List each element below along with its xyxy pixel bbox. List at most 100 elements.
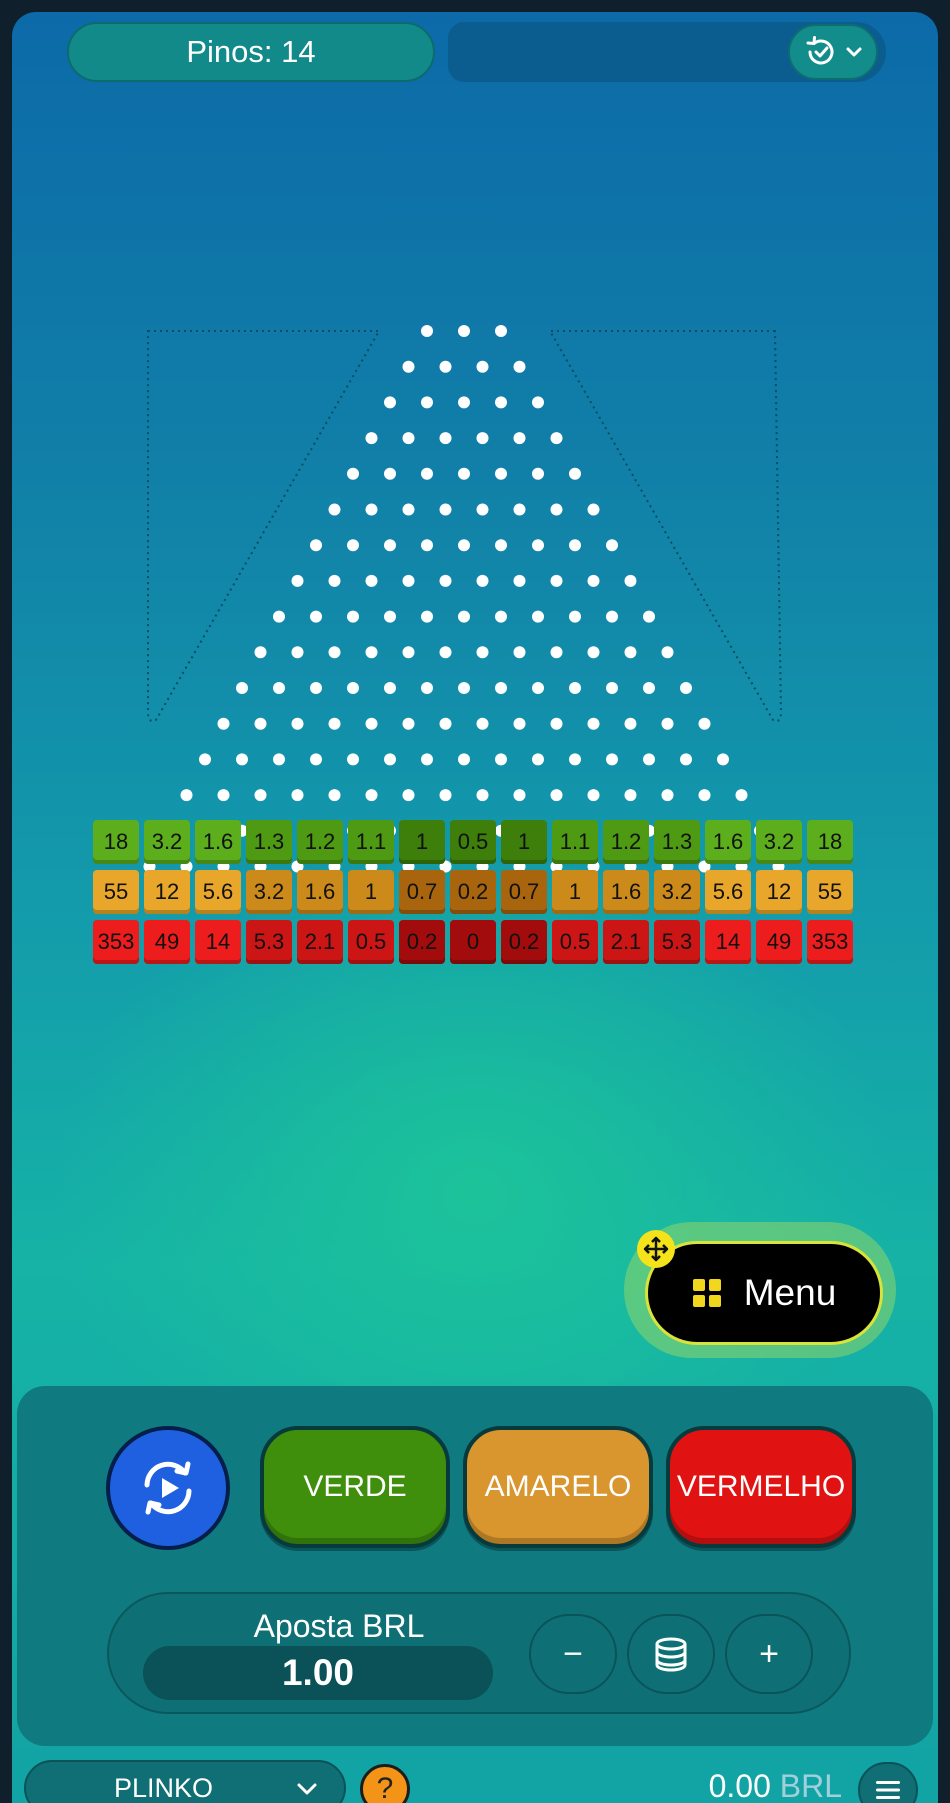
yellow-drop-button[interactable]: AMARELO bbox=[463, 1426, 653, 1548]
pin bbox=[458, 753, 470, 766]
pin bbox=[606, 539, 618, 552]
pin bbox=[495, 753, 507, 766]
green-multiplier-slot: 0.5 bbox=[450, 820, 496, 864]
green-multiplier-slot: 18 bbox=[93, 820, 139, 864]
yellow-multiplier-slot: 5.6 bbox=[705, 870, 751, 914]
pin bbox=[365, 574, 378, 587]
pin bbox=[624, 717, 637, 730]
pin bbox=[421, 682, 433, 694]
pin bbox=[458, 610, 470, 623]
control-panel: VERDE AMARELO VERMELHO Aposta BRL 1.00 − bbox=[17, 1386, 933, 1746]
pin bbox=[458, 467, 470, 480]
bet-coins-button[interactable] bbox=[627, 1614, 715, 1694]
pin bbox=[513, 432, 526, 445]
pin bbox=[254, 717, 267, 730]
pin bbox=[513, 360, 526, 373]
yellow-multiplier-slot: 3.2 bbox=[246, 870, 292, 914]
pin bbox=[217, 789, 230, 802]
pin bbox=[698, 789, 711, 802]
increase-bet-button[interactable]: + bbox=[725, 1614, 813, 1694]
red-multiplier-slot: 5.3 bbox=[654, 920, 700, 964]
plinko-board bbox=[143, 325, 785, 873]
red-multiplier-slot: 353 bbox=[93, 920, 139, 964]
pin bbox=[365, 503, 378, 516]
pin bbox=[495, 467, 507, 480]
pin bbox=[439, 574, 452, 587]
pin bbox=[421, 753, 433, 766]
game-selector[interactable]: PLINKO bbox=[24, 1760, 346, 1803]
pin bbox=[643, 753, 655, 766]
green-multiplier-slot: 1 bbox=[399, 820, 445, 864]
yellow-multiplier-slot: 3.2 bbox=[654, 870, 700, 914]
pin bbox=[458, 539, 470, 552]
move-icon bbox=[643, 1236, 669, 1262]
decrease-bet-button[interactable]: − bbox=[529, 1614, 617, 1694]
pin bbox=[217, 717, 230, 730]
pin bbox=[347, 610, 359, 623]
pin bbox=[402, 360, 415, 373]
pin bbox=[328, 574, 341, 587]
pin bbox=[550, 503, 563, 516]
yellow-multiplier-slot: 12 bbox=[756, 870, 802, 914]
pin bbox=[365, 646, 378, 659]
pin bbox=[735, 789, 748, 802]
bet-amount-input[interactable]: 1.00 bbox=[143, 1646, 493, 1700]
green-multiplier-slot: 1.1 bbox=[348, 820, 394, 864]
right-wall bbox=[548, 330, 783, 722]
pin bbox=[439, 432, 452, 445]
green-multiplier-slot: 1.3 bbox=[246, 820, 292, 864]
pin bbox=[402, 646, 415, 659]
red-multiplier-slot: 0 bbox=[450, 920, 496, 964]
autoplay-button[interactable] bbox=[106, 1426, 230, 1550]
pin bbox=[532, 539, 544, 552]
green-multiplier-slot: 1.3 bbox=[654, 820, 700, 864]
pin bbox=[439, 360, 452, 373]
pin bbox=[513, 646, 526, 659]
pin bbox=[458, 325, 470, 337]
pin bbox=[421, 539, 433, 552]
pin bbox=[606, 753, 618, 766]
pin bbox=[291, 717, 304, 730]
pin bbox=[587, 789, 600, 802]
help-button[interactable]: ? bbox=[360, 1764, 410, 1803]
pin bbox=[661, 646, 674, 659]
pin bbox=[606, 682, 618, 694]
pin bbox=[643, 610, 655, 623]
pin bbox=[458, 396, 470, 409]
pin bbox=[402, 789, 415, 802]
pin bbox=[476, 789, 489, 802]
yellow-multiplier-slot: 1.6 bbox=[297, 870, 343, 914]
pin bbox=[254, 646, 267, 659]
pin bbox=[236, 682, 248, 694]
pin bbox=[476, 432, 489, 445]
pin bbox=[310, 539, 322, 552]
pin bbox=[476, 574, 489, 587]
pin bbox=[495, 610, 507, 623]
move-handle[interactable] bbox=[637, 1230, 675, 1268]
bottom-bar: PLINKO ? 0.00 BRL bbox=[12, 1760, 938, 1803]
hamburger-menu-button[interactable] bbox=[858, 1762, 918, 1803]
pin bbox=[328, 717, 341, 730]
red-drop-button[interactable]: VERMELHO bbox=[666, 1426, 856, 1548]
pin bbox=[180, 789, 193, 802]
green-multiplier-slot: 3.2 bbox=[144, 820, 190, 864]
red-multiplier-slot: 353 bbox=[807, 920, 853, 964]
green-drop-button[interactable]: VERDE bbox=[260, 1426, 450, 1548]
menu-button[interactable]: Menu bbox=[645, 1241, 883, 1345]
pin bbox=[310, 610, 322, 623]
pin bbox=[347, 539, 359, 552]
pin bbox=[661, 717, 674, 730]
pin bbox=[347, 753, 359, 766]
minus-label: − bbox=[563, 1634, 583, 1673]
pin bbox=[328, 503, 341, 516]
green-multipliers-row: 18 3.2 1.6 1.3 1.2 1.1 1 0.5 1 1.1 1.2 1.3 1.6 3.2 18 bbox=[93, 820, 863, 866]
pin bbox=[365, 789, 378, 802]
green-multiplier-slot: 1 bbox=[501, 820, 547, 864]
red-multiplier-slot: 14 bbox=[195, 920, 241, 964]
green-multiplier-slot: 1.6 bbox=[705, 820, 751, 864]
pin bbox=[254, 789, 267, 802]
pin bbox=[384, 610, 396, 623]
pin bbox=[476, 646, 489, 659]
game-name: PLINKO bbox=[114, 1772, 214, 1803]
yellow-multiplier-slot: 55 bbox=[93, 870, 139, 914]
